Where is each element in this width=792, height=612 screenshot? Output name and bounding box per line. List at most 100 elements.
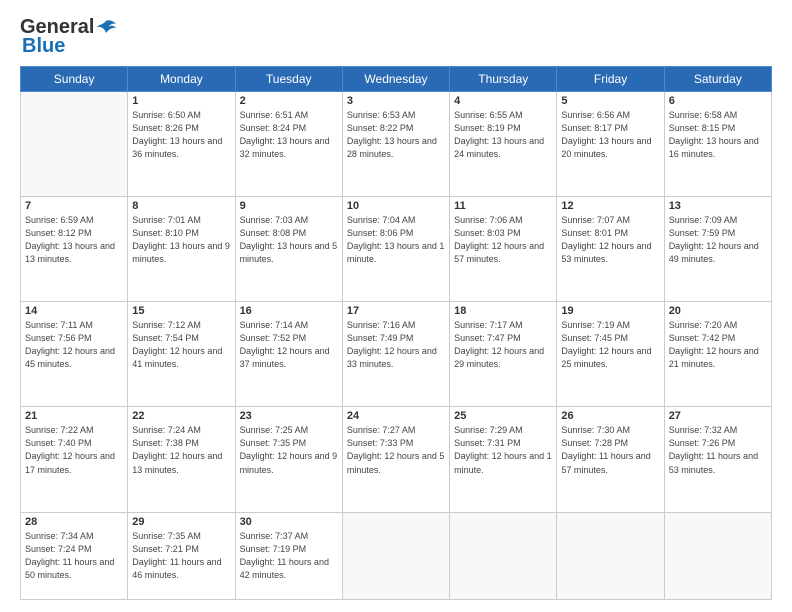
day-info: Sunrise: 7:07 AM Sunset: 8:01 PM Dayligh…: [561, 214, 659, 266]
day-info: Sunrise: 7:11 AM Sunset: 7:56 PM Dayligh…: [25, 319, 123, 371]
calendar-cell: [450, 512, 557, 600]
day-number: 16: [240, 305, 338, 317]
day-info: Sunrise: 7:16 AM Sunset: 7:49 PM Dayligh…: [347, 319, 445, 371]
day-info: Sunrise: 7:34 AM Sunset: 7:24 PM Dayligh…: [25, 530, 123, 582]
day-number: 23: [240, 410, 338, 422]
day-info: Sunrise: 7:29 AM Sunset: 7:31 PM Dayligh…: [454, 424, 552, 476]
day-info: Sunrise: 7:25 AM Sunset: 7:35 PM Dayligh…: [240, 424, 338, 476]
weekday-header-saturday: Saturday: [664, 67, 771, 92]
day-number: 15: [132, 305, 230, 317]
day-info: Sunrise: 7:19 AM Sunset: 7:45 PM Dayligh…: [561, 319, 659, 371]
calendar-cell: 21 Sunrise: 7:22 AM Sunset: 7:40 PM Dayli…: [21, 407, 128, 512]
calendar-cell: 17 Sunrise: 7:16 AM Sunset: 7:49 PM Dayli…: [342, 302, 449, 407]
day-info: Sunrise: 7:22 AM Sunset: 7:40 PM Dayligh…: [25, 424, 123, 476]
day-number: 5: [561, 95, 659, 107]
day-info: Sunrise: 7:06 AM Sunset: 8:03 PM Dayligh…: [454, 214, 552, 266]
day-info: Sunrise: 6:50 AM Sunset: 8:26 PM Dayligh…: [132, 109, 230, 161]
calendar-cell: [664, 512, 771, 600]
calendar-week-2: 7 Sunrise: 6:59 AM Sunset: 8:12 PM Daylig…: [21, 197, 772, 302]
calendar-cell: [342, 512, 449, 600]
day-number: 12: [561, 200, 659, 212]
calendar-cell: 5 Sunrise: 6:56 AM Sunset: 8:17 PM Daylig…: [557, 92, 664, 197]
day-number: 11: [454, 200, 552, 212]
day-number: 4: [454, 95, 552, 107]
calendar-cell: 13 Sunrise: 7:09 AM Sunset: 7:59 PM Dayli…: [664, 197, 771, 302]
day-info: Sunrise: 6:56 AM Sunset: 8:17 PM Dayligh…: [561, 109, 659, 161]
calendar-week-3: 14 Sunrise: 7:11 AM Sunset: 7:56 PM Dayli…: [21, 302, 772, 407]
calendar-cell: 3 Sunrise: 6:53 AM Sunset: 8:22 PM Daylig…: [342, 92, 449, 197]
day-info: Sunrise: 7:30 AM Sunset: 7:28 PM Dayligh…: [561, 424, 659, 476]
weekday-header-sunday: Sunday: [21, 67, 128, 92]
calendar-cell: 2 Sunrise: 6:51 AM Sunset: 8:24 PM Daylig…: [235, 92, 342, 197]
day-number: 13: [669, 200, 767, 212]
day-info: Sunrise: 7:01 AM Sunset: 8:10 PM Dayligh…: [132, 214, 230, 266]
day-info: Sunrise: 6:59 AM Sunset: 8:12 PM Dayligh…: [25, 214, 123, 266]
day-number: 21: [25, 410, 123, 422]
calendar-cell: 4 Sunrise: 6:55 AM Sunset: 8:19 PM Daylig…: [450, 92, 557, 197]
day-number: 29: [132, 516, 230, 528]
day-number: 25: [454, 410, 552, 422]
day-number: 18: [454, 305, 552, 317]
calendar-cell: 25 Sunrise: 7:29 AM Sunset: 7:31 PM Dayli…: [450, 407, 557, 512]
calendar-cell: 14 Sunrise: 7:11 AM Sunset: 7:56 PM Dayli…: [21, 302, 128, 407]
calendar-week-1: 1 Sunrise: 6:50 AM Sunset: 8:26 PM Daylig…: [21, 92, 772, 197]
day-number: 28: [25, 516, 123, 528]
calendar-cell: 15 Sunrise: 7:12 AM Sunset: 7:54 PM Dayli…: [128, 302, 235, 407]
weekday-header-thursday: Thursday: [450, 67, 557, 92]
day-number: 14: [25, 305, 123, 317]
calendar-cell: 26Sunrise: 7:30 AM Sunset: 7:28 PM Dayli…: [557, 407, 664, 512]
calendar-week-5: 28 Sunrise: 7:34 AM Sunset: 7:24 PM Dayli…: [21, 512, 772, 600]
calendar-cell: 24 Sunrise: 7:27 AM Sunset: 7:33 PM Dayli…: [342, 407, 449, 512]
calendar-cell: 30Sunrise: 7:37 AM Sunset: 7:19 PM Dayli…: [235, 512, 342, 600]
weekday-header-wednesday: Wednesday: [342, 67, 449, 92]
day-number: 1: [132, 95, 230, 107]
day-number: 19: [561, 305, 659, 317]
calendar-cell: 9 Sunrise: 7:03 AM Sunset: 8:08 PM Daylig…: [235, 197, 342, 302]
day-info: Sunrise: 7:27 AM Sunset: 7:33 PM Dayligh…: [347, 424, 445, 476]
day-info: Sunrise: 7:17 AM Sunset: 7:47 PM Dayligh…: [454, 319, 552, 371]
day-info: Sunrise: 7:24 AM Sunset: 7:38 PM Dayligh…: [132, 424, 230, 476]
calendar-cell: 18 Sunrise: 7:17 AM Sunset: 7:47 PM Dayli…: [450, 302, 557, 407]
logo: General Blue: [20, 16, 116, 58]
day-number: 20: [669, 305, 767, 317]
day-info: Sunrise: 7:03 AM Sunset: 8:08 PM Dayligh…: [240, 214, 338, 266]
day-number: 7: [25, 200, 123, 212]
weekday-header-friday: Friday: [557, 67, 664, 92]
day-info: Sunrise: 7:32 AM Sunset: 7:26 PM Dayligh…: [669, 424, 767, 476]
day-info: Sunrise: 7:09 AM Sunset: 7:59 PM Dayligh…: [669, 214, 767, 266]
day-info: Sunrise: 7:37 AM Sunset: 7:19 PM Dayligh…: [240, 530, 338, 582]
calendar-cell: 10 Sunrise: 7:04 AM Sunset: 8:06 PM Dayli…: [342, 197, 449, 302]
calendar-cell: 20 Sunrise: 7:20 AM Sunset: 7:42 PM Dayli…: [664, 302, 771, 407]
weekday-header-monday: Monday: [128, 67, 235, 92]
day-info: Sunrise: 7:35 AM Sunset: 7:21 PM Dayligh…: [132, 530, 230, 582]
day-number: 2: [240, 95, 338, 107]
day-info: Sunrise: 7:20 AM Sunset: 7:42 PM Dayligh…: [669, 319, 767, 371]
day-number: 27: [669, 410, 767, 422]
calendar-cell: 1 Sunrise: 6:50 AM Sunset: 8:26 PM Daylig…: [128, 92, 235, 197]
day-number: 17: [347, 305, 445, 317]
day-info: Sunrise: 6:51 AM Sunset: 8:24 PM Dayligh…: [240, 109, 338, 161]
calendar-cell: 8 Sunrise: 7:01 AM Sunset: 8:10 PM Daylig…: [128, 197, 235, 302]
calendar-cell: 19 Sunrise: 7:19 AM Sunset: 7:45 PM Dayli…: [557, 302, 664, 407]
calendar-cell: 12 Sunrise: 7:07 AM Sunset: 8:01 PM Dayli…: [557, 197, 664, 302]
calendar-cell: 22 Sunrise: 7:24 AM Sunset: 7:38 PM Dayli…: [128, 407, 235, 512]
weekday-header-row: SundayMondayTuesdayWednesdayThursdayFrid…: [21, 67, 772, 92]
logo-blue-text: Blue: [22, 35, 65, 58]
day-info: Sunrise: 6:53 AM Sunset: 8:22 PM Dayligh…: [347, 109, 445, 161]
day-number: 22: [132, 410, 230, 422]
day-number: 3: [347, 95, 445, 107]
day-info: Sunrise: 6:58 AM Sunset: 8:15 PM Dayligh…: [669, 109, 767, 161]
day-info: Sunrise: 7:04 AM Sunset: 8:06 PM Dayligh…: [347, 214, 445, 266]
logo-bird-icon: [96, 19, 116, 37]
day-info: Sunrise: 7:12 AM Sunset: 7:54 PM Dayligh…: [132, 319, 230, 371]
day-info: Sunrise: 6:55 AM Sunset: 8:19 PM Dayligh…: [454, 109, 552, 161]
day-number: 24: [347, 410, 445, 422]
day-number: 8: [132, 200, 230, 212]
day-number: 10: [347, 200, 445, 212]
day-number: 9: [240, 200, 338, 212]
calendar-week-4: 21 Sunrise: 7:22 AM Sunset: 7:40 PM Dayli…: [21, 407, 772, 512]
calendar-cell: 28 Sunrise: 7:34 AM Sunset: 7:24 PM Dayli…: [21, 512, 128, 600]
day-info: Sunrise: 7:14 AM Sunset: 7:52 PM Dayligh…: [240, 319, 338, 371]
calendar-cell: [21, 92, 128, 197]
calendar-cell: 11 Sunrise: 7:06 AM Sunset: 8:03 PM Dayli…: [450, 197, 557, 302]
